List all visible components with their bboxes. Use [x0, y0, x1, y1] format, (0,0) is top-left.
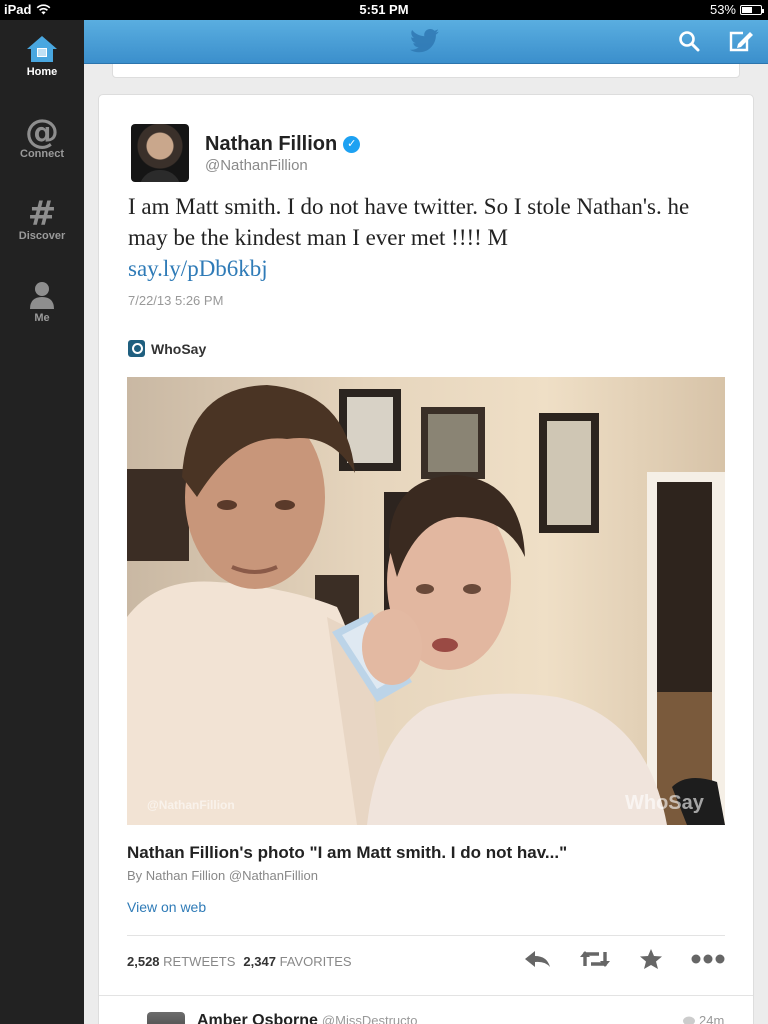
- sidebar-item-label: Home: [26, 66, 58, 78]
- next-tweet-author-handle: @MissDestructo: [321, 1013, 418, 1024]
- timeline: Nathan Fillion ✓ @NathanFillion I am Mat…: [84, 64, 768, 1024]
- favorites-count: 2,347: [243, 954, 276, 969]
- sidebar-item-connect[interactable]: @ Connect: [0, 102, 84, 182]
- tweet-text: I am Matt smith. I do not have twitter. …: [128, 191, 728, 284]
- divider: [127, 935, 725, 936]
- conversation-icon: [683, 1016, 695, 1024]
- author-name-text: Nathan Fillion: [205, 133, 338, 155]
- person-icon: [30, 282, 54, 309]
- tweet-body: I am Matt smith. I do not have twitter. …: [128, 194, 690, 250]
- author-name[interactable]: Nathan Fillion ✓: [205, 133, 361, 156]
- tweet-photo[interactable]: @NathanFillion WhoSay: [127, 377, 725, 825]
- reply-avatar[interactable]: [147, 1012, 185, 1024]
- twitter-bird-icon: [410, 29, 439, 53]
- top-bar: [84, 20, 768, 64]
- photo-watermark: WhoSay: [625, 792, 705, 814]
- favorite-star-icon[interactable]: [639, 948, 663, 970]
- status-bar: iPad 5:51 PM 53%: [0, 0, 768, 20]
- reply-icon[interactable]: [523, 948, 553, 970]
- compose-icon[interactable]: [728, 29, 754, 53]
- avatar[interactable]: [131, 124, 189, 182]
- favorites-label: FAVORITES: [279, 954, 352, 969]
- at-icon: @: [25, 112, 59, 152]
- sidebar: Home @ Connect # Discover Me: [0, 20, 84, 1024]
- retweets-count: 2,528: [127, 954, 160, 969]
- tweet-stats: 2,528 RETWEETS 2,347 FAVORITES: [127, 954, 352, 969]
- tweet-detail-card: Nathan Fillion ✓ @NathanFillion I am Mat…: [98, 94, 754, 1024]
- media-provider-label: WhoSay: [151, 340, 207, 357]
- search-icon[interactable]: [678, 30, 700, 52]
- media-byline: By Nathan Fillion @NathanFillion: [127, 868, 318, 883]
- next-tweet-time: 24m: [683, 1013, 724, 1024]
- media-provider[interactable]: WhoSay: [128, 340, 206, 357]
- sidebar-item-discover[interactable]: # Discover: [0, 184, 84, 264]
- retweets-stat[interactable]: 2,528 RETWEETS: [127, 954, 235, 969]
- svg-text:@NathanFillion: @NathanFillion: [147, 798, 235, 812]
- next-tweet-author-name: Amber Osborne: [197, 1012, 318, 1024]
- clock: 5:51 PM: [359, 2, 409, 17]
- next-tweet-author[interactable]: Amber Osborne @MissDestructo: [197, 1012, 417, 1024]
- more-icon[interactable]: [691, 948, 725, 970]
- sidebar-item-me[interactable]: Me: [0, 266, 84, 346]
- photo-illustration: @NathanFillion WhoSay: [127, 385, 725, 825]
- view-on-web-link[interactable]: View on web: [127, 899, 206, 915]
- retweet-icon[interactable]: [579, 948, 611, 970]
- home-icon: [27, 36, 57, 62]
- retweets-label: RETWEETS: [163, 954, 236, 969]
- tweet-link[interactable]: say.ly/pDb6kbj: [128, 256, 268, 281]
- whosay-icon: [128, 340, 145, 357]
- favorites-stat[interactable]: 2,347 FAVORITES: [243, 954, 351, 969]
- sidebar-item-home[interactable]: Home: [0, 20, 84, 100]
- media-title[interactable]: Nathan Fillion's photo "I am Matt smith.…: [127, 843, 567, 863]
- sidebar-item-label: Discover: [18, 230, 66, 242]
- tweet-timestamp: 7/22/13 5:26 PM: [128, 293, 224, 308]
- hash-icon: #: [27, 194, 57, 234]
- battery-icon: [740, 4, 764, 15]
- battery-percent: 53%: [709, 2, 736, 17]
- previous-tweet-card[interactable]: [112, 64, 740, 78]
- divider: [99, 995, 753, 996]
- verified-badge-icon: ✓: [343, 136, 361, 153]
- next-tweet-time-text: 24m: [699, 1013, 725, 1024]
- sidebar-item-label: Connect: [20, 148, 64, 160]
- sidebar-item-label: Me: [34, 312, 50, 324]
- author-handle[interactable]: @NathanFillion: [205, 157, 308, 174]
